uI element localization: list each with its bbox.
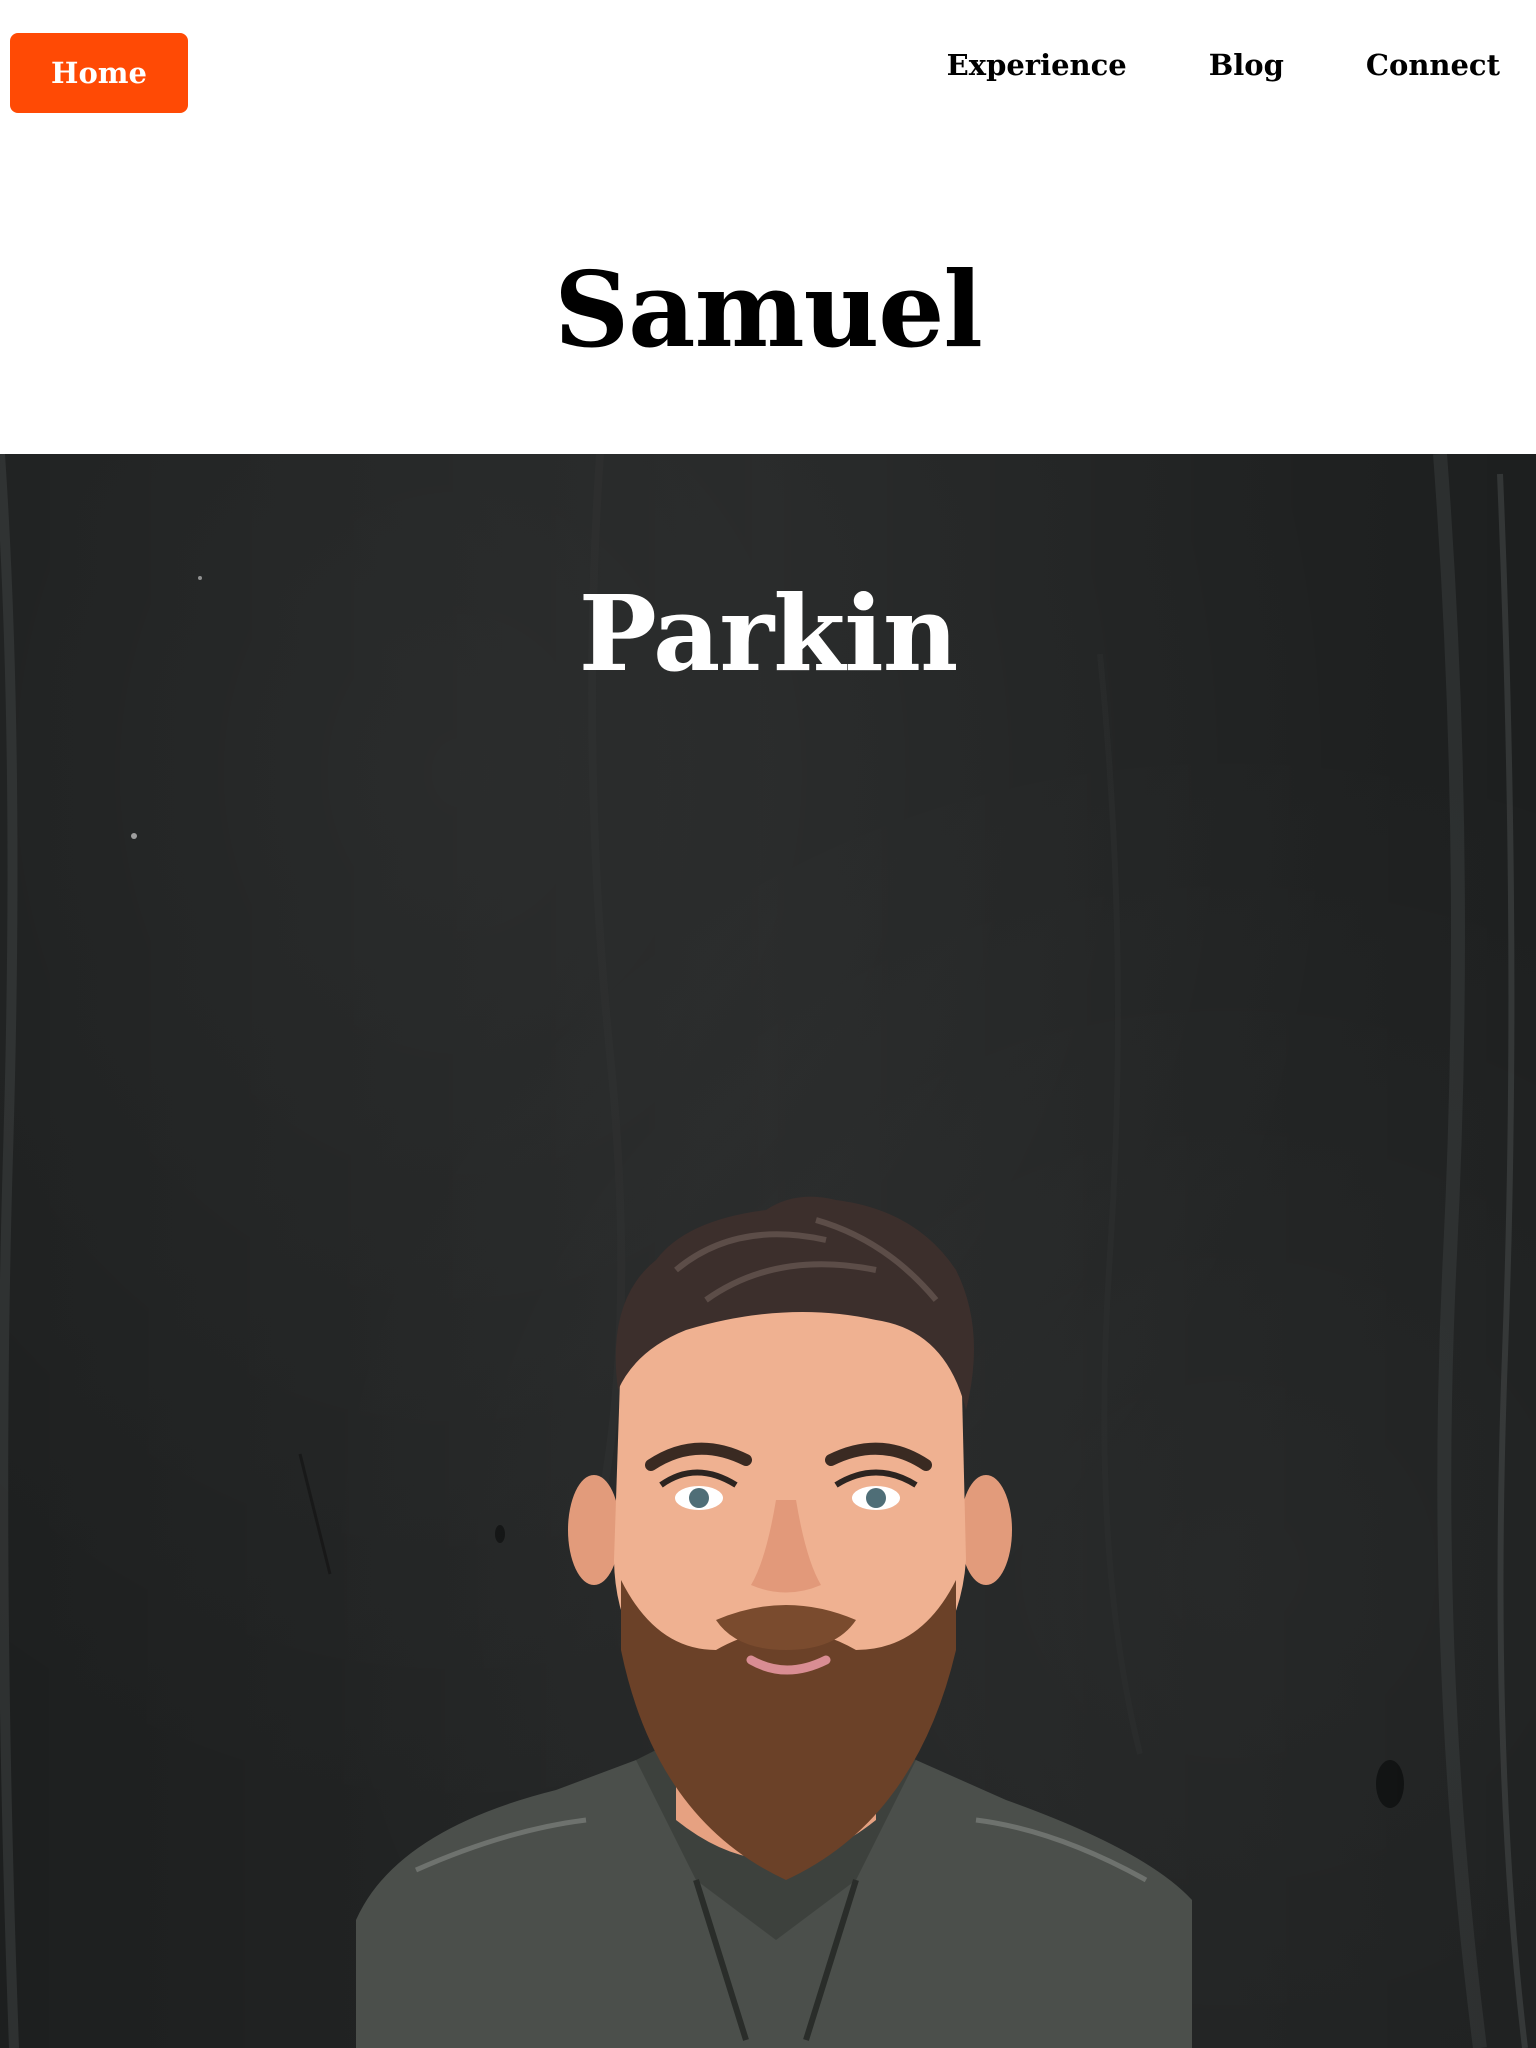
- top-header: Home Experience Blog Connect Samuel: [0, 0, 1536, 454]
- first-name-heading: Samuel: [554, 248, 983, 371]
- home-button[interactable]: Home: [10, 33, 188, 113]
- nav-link-blog[interactable]: Blog: [1209, 48, 1284, 82]
- portrait-illustration: [356, 1196, 1192, 2048]
- nav-link-connect[interactable]: Connect: [1366, 48, 1500, 82]
- nav-link-experience[interactable]: Experience: [947, 48, 1127, 82]
- page: Home Experience Blog Connect Samuel Park…: [0, 0, 1536, 2048]
- main-nav: Experience Blog Connect: [947, 48, 1500, 82]
- last-name-heading: Parkin: [578, 572, 959, 695]
- hero-section: Parkin: [0, 454, 1536, 2048]
